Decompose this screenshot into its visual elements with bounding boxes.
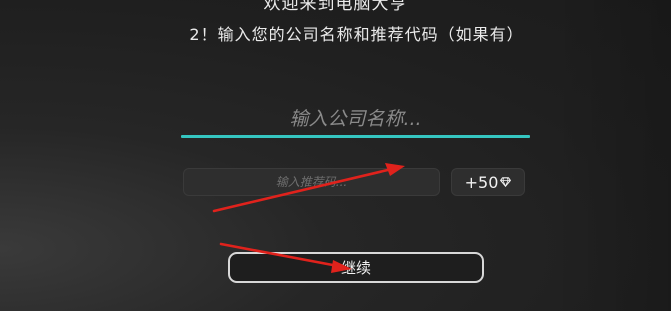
referral-bonus-badge: +50 bbox=[451, 168, 525, 196]
continue-button[interactable]: 继续 bbox=[228, 252, 484, 283]
company-input-underline bbox=[181, 135, 530, 138]
instruction-text: 2！输入您的公司名称和推荐代码（如果有） bbox=[189, 25, 524, 44]
diamond-icon bbox=[500, 177, 512, 187]
referral-code-input[interactable] bbox=[183, 168, 440, 196]
welcome-title: 欢迎来到电脑大亨 bbox=[263, 0, 408, 14]
company-name-input[interactable] bbox=[181, 104, 530, 134]
bonus-amount: +50 bbox=[464, 172, 499, 192]
background-vignette bbox=[551, 0, 671, 311]
